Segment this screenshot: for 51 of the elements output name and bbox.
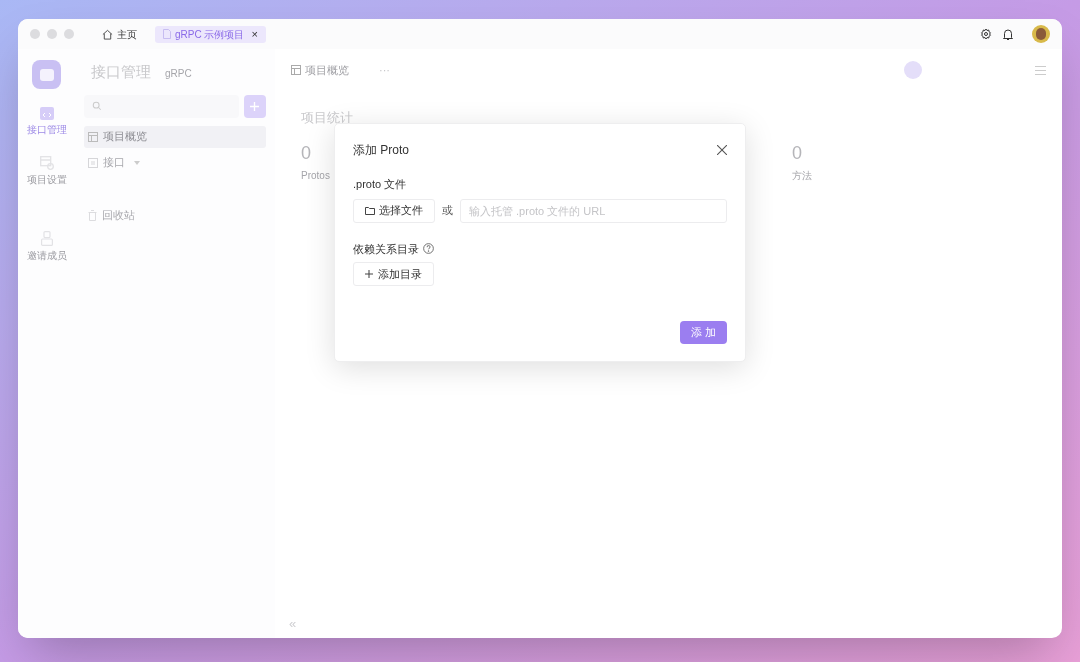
close-icon[interactable] (717, 145, 727, 155)
caret-icon (134, 160, 140, 165)
nav-item[interactable]: 项目设置 (26, 156, 67, 186)
trash-icon (88, 210, 97, 221)
stat-label: 方法 (792, 168, 812, 183)
window-tab[interactable]: gRPC 示例项目 × (155, 25, 266, 43)
avatar[interactable] (1032, 25, 1050, 43)
layout-icon (88, 131, 98, 142)
collapse-button[interactable]: « (289, 613, 297, 633)
menu-icon[interactable] (1035, 65, 1046, 75)
bell-icon[interactable] (1002, 27, 1014, 41)
document-icon (163, 29, 171, 39)
zoom-light[interactable] (64, 29, 74, 39)
app-logo[interactable] (32, 60, 61, 89)
user-avatar[interactable] (904, 61, 922, 79)
page-tab[interactable]: 项目概览 (305, 61, 349, 79)
nav-item[interactable]: 接口管理 (26, 107, 67, 136)
search-icon (92, 101, 102, 111)
code-window-icon (39, 107, 54, 120)
table-gear-icon (39, 156, 54, 170)
more-button[interactable]: ··· (379, 61, 390, 79)
dialog-title: 添加 Proto (353, 142, 409, 159)
folder-icon (365, 206, 375, 215)
window-tab[interactable]: 主页 (100, 25, 139, 43)
nav-item[interactable]: 邀请成员 (26, 231, 67, 262)
add-button[interactable]: 添 加 (680, 321, 727, 344)
stat-label: Protos (301, 168, 330, 183)
sidebar-item[interactable]: 回收站 (84, 204, 266, 227)
field-label: 依赖关系目录 (353, 241, 419, 257)
sidebar-item[interactable]: 接口 (84, 151, 266, 174)
minimize-light[interactable] (47, 29, 57, 39)
stat-value: 0 (301, 141, 311, 164)
tab-close-button[interactable]: × (251, 25, 258, 43)
plus-icon (365, 270, 373, 278)
sidebar-subtitle: gRPC (165, 67, 192, 81)
close-light[interactable] (30, 29, 40, 39)
layout-icon (291, 65, 301, 75)
add-directory-button[interactable]: 添加目录 (353, 262, 434, 286)
or-label: 或 (442, 203, 453, 219)
search-field[interactable] (84, 94, 239, 118)
plus-icon (250, 101, 260, 111)
field-label: .proto 文件 (353, 177, 408, 192)
add-button[interactable] (243, 94, 266, 118)
home-icon (102, 28, 113, 40)
person-icon (40, 231, 53, 246)
choose-file-button[interactable]: 选择文件 (353, 198, 435, 223)
square-icon (88, 157, 98, 168)
settings-icon[interactable] (980, 28, 992, 40)
help-icon[interactable] (423, 243, 434, 255)
stat-value: 0 (792, 141, 802, 164)
sidebar-item[interactable]: 项目概览 (84, 125, 266, 148)
